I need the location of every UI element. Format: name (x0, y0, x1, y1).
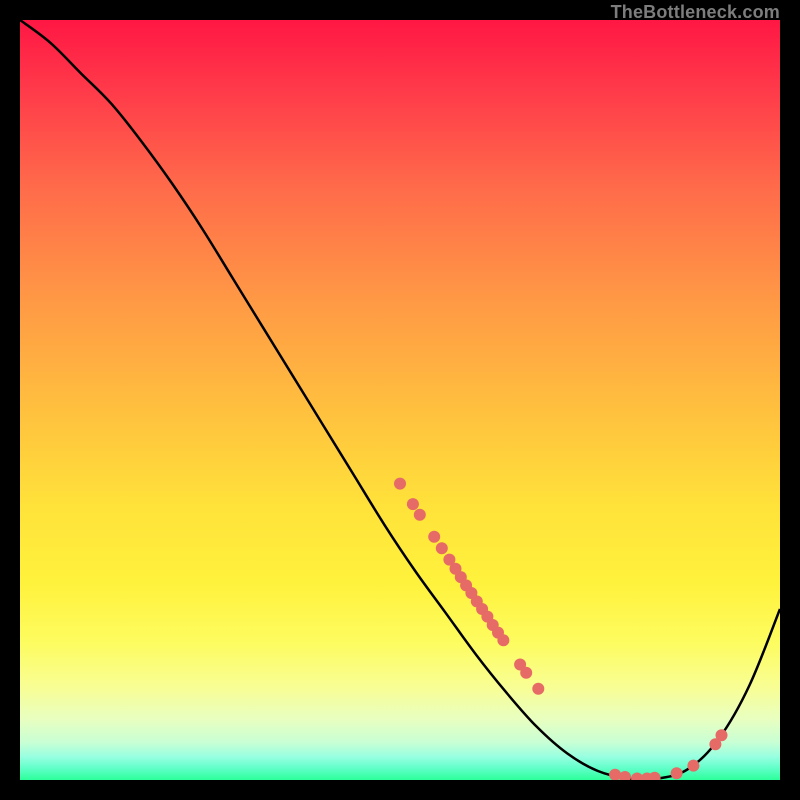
gradient-background (20, 20, 780, 780)
watermark-label: TheBottleneck.com (611, 2, 780, 23)
